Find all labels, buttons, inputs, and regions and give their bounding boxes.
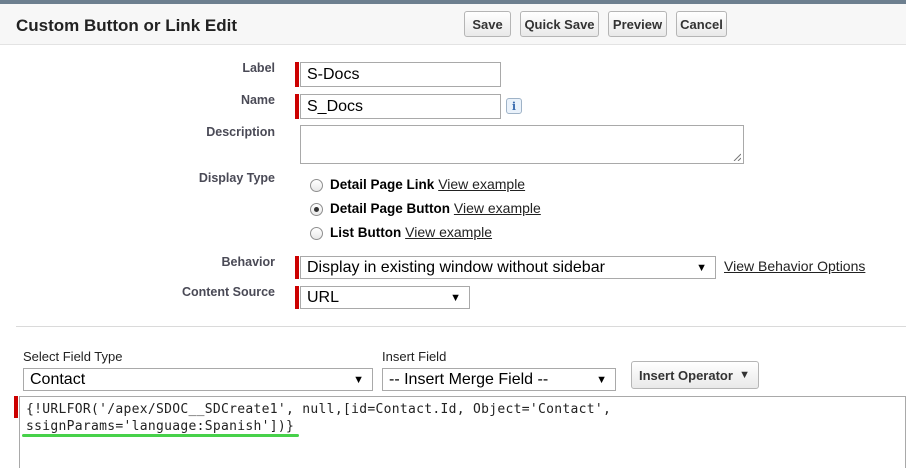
quick-save-button[interactable]: Quick Save: [520, 11, 599, 37]
radio-detail-page-button[interactable]: [310, 203, 323, 216]
info-icon[interactable]: i: [506, 98, 522, 114]
field-type-select[interactable]: Contact ▼: [23, 368, 373, 391]
preview-button[interactable]: Preview: [608, 11, 667, 37]
behavior-label: Behavior: [221, 255, 276, 269]
required-indicator: [14, 396, 18, 418]
description-textarea[interactable]: [300, 125, 744, 164]
save-button[interactable]: Save: [464, 11, 511, 37]
content-source-label: Content Source: [181, 285, 275, 299]
option-label: Detail Page Button: [330, 201, 451, 216]
behavior-select[interactable]: Display in existing window without sideb…: [300, 256, 716, 279]
label-field-label: Label: [242, 61, 275, 75]
selected-value: URL: [307, 288, 340, 306]
resize-grip-icon[interactable]: [733, 153, 741, 161]
required-indicator: [295, 286, 299, 309]
view-example-link[interactable]: View example: [454, 200, 541, 216]
selected-value: -- Insert Merge Field --: [389, 370, 549, 388]
highlight-underline: [22, 434, 299, 437]
option-detail-page-link: Detail Page Link View example: [330, 176, 525, 192]
cancel-button[interactable]: Cancel: [676, 11, 727, 37]
formula-line: {!URLFOR('/apex/SDOC__SDCreate1', null,[…: [26, 402, 612, 417]
formula-line: ssignParams='language:Spanish'])}: [26, 419, 295, 434]
chevron-down-icon: ▼: [739, 369, 750, 381]
display-type-label: Display Type: [198, 171, 275, 185]
insert-operator-label: Insert Operator: [639, 367, 733, 383]
option-list-button: List Button View example: [330, 224, 492, 240]
selected-value: Contact: [30, 370, 86, 388]
radio-list-button[interactable]: [310, 227, 323, 240]
insert-field-select[interactable]: -- Insert Merge Field -- ▼: [382, 368, 616, 391]
chevron-down-icon: ▼: [596, 373, 607, 386]
chevron-down-icon: ▼: [353, 373, 364, 386]
view-behavior-options-link[interactable]: View Behavior Options: [724, 258, 865, 274]
select-field-type-label: Select Field Type: [23, 349, 123, 364]
chevron-down-icon: ▼: [450, 291, 461, 304]
view-example-link[interactable]: View example: [438, 176, 525, 192]
name-field-label: Name: [240, 93, 275, 107]
required-indicator: [295, 256, 299, 279]
required-indicator: [295, 94, 299, 119]
insert-field-label: Insert Field: [382, 349, 447, 364]
radio-detail-page-link[interactable]: [310, 179, 323, 192]
option-label: Detail Page Link: [330, 177, 435, 192]
page-header: Custom Button or Link Edit Save Quick Sa…: [0, 4, 906, 45]
name-input[interactable]: S_Docs: [300, 94, 501, 119]
section-divider: [16, 326, 906, 327]
page-title: Custom Button or Link Edit: [16, 16, 237, 35]
insert-operator-button[interactable]: Insert Operator ▼: [631, 361, 759, 389]
required-indicator: [295, 62, 299, 87]
selected-value: Display in existing window without sideb…: [307, 258, 605, 276]
content-source-select[interactable]: URL ▼: [300, 286, 470, 309]
description-field-label: Description: [206, 125, 275, 139]
formula-editor[interactable]: {!URLFOR('/apex/SDOC__SDCreate1', null,[…: [19, 396, 906, 468]
label-input[interactable]: S-Docs: [300, 62, 501, 87]
chevron-down-icon: ▼: [696, 261, 707, 274]
option-label: List Button: [330, 225, 402, 240]
option-detail-page-button: Detail Page Button View example: [330, 200, 541, 216]
view-example-link[interactable]: View example: [405, 224, 492, 240]
